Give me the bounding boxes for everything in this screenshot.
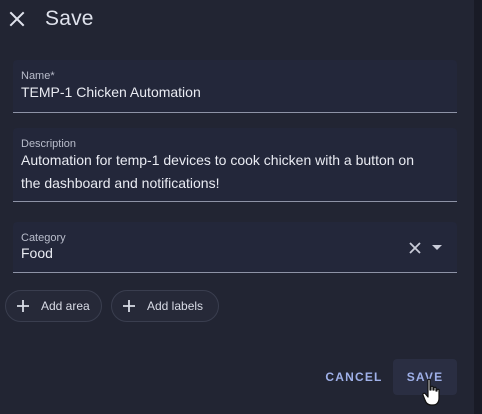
description-line-1: Automation for temp-1 devices to cook ch… <box>21 152 414 168</box>
clear-icon <box>409 242 421 254</box>
name-input[interactable]: TEMP-1 Chicken Automation <box>21 81 201 104</box>
close-button[interactable] <box>6 8 28 30</box>
category-clear-button[interactable] <box>406 239 424 257</box>
name-field[interactable]: Name* TEMP-1 Chicken Automation <box>13 60 457 113</box>
plus-icon <box>17 300 29 312</box>
description-field[interactable]: Description Automation for temp-1 device… <box>13 128 457 202</box>
description-input[interactable]: Automation for temp-1 devices to cook ch… <box>21 149 451 195</box>
dialog-title: Save <box>45 7 94 30</box>
background-edge <box>474 0 482 414</box>
add-labels-label: Add labels <box>147 299 204 313</box>
dropdown-arrow-icon <box>432 245 442 250</box>
add-area-label: Add area <box>41 299 90 313</box>
dialog-header: Save <box>0 0 474 44</box>
hand-pointer-icon <box>422 378 440 406</box>
category-field[interactable]: Category Food <box>13 222 457 273</box>
description-line-2: the dashboard and notifications! <box>21 175 220 191</box>
save-dialog: Save Name* TEMP-1 Chicken Automation Des… <box>0 0 482 414</box>
category-dropdown-button[interactable] <box>430 240 444 254</box>
plus-icon <box>123 300 135 312</box>
category-value: Food <box>21 245 53 261</box>
close-icon <box>9 11 25 27</box>
add-area-chip[interactable]: Add area <box>5 290 102 322</box>
cancel-button[interactable]: CANCEL <box>320 359 388 395</box>
add-labels-chip[interactable]: Add labels <box>111 290 219 322</box>
